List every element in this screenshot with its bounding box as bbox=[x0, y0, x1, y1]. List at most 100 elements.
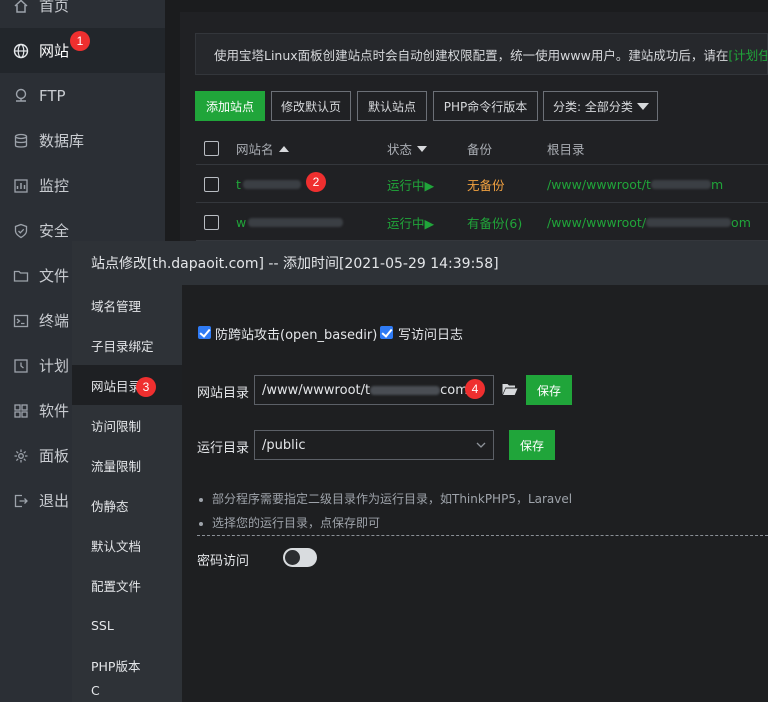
root-dir-link[interactable]: /www/wwwroot/ om bbox=[547, 204, 751, 240]
sidebar-item-label: 安全 bbox=[39, 222, 70, 240]
annotation-badge: 1 bbox=[70, 31, 90, 51]
sidebar-item-label: 面板 bbox=[39, 447, 70, 465]
menu-item-ssl[interactable]: SSL bbox=[72, 605, 182, 645]
save-site-dir-button[interactable]: 保存 bbox=[526, 375, 572, 405]
menu-item-cut-off[interactable]: C bbox=[72, 683, 182, 702]
apps-icon bbox=[12, 402, 30, 420]
anti-xss-checkbox[interactable] bbox=[198, 326, 211, 339]
sidebar-item-label: 计划 bbox=[39, 357, 70, 375]
menu-item-traffic-limit[interactable]: 流量限制 bbox=[72, 445, 182, 485]
run-dir-label: 运行目录 bbox=[197, 441, 250, 456]
divider bbox=[197, 535, 768, 536]
modal-title: 站点修改[th.dapaoit.com] -- 添加时间[2021-05-29 … bbox=[72, 241, 768, 285]
sidebar-item-home[interactable]: 首页 bbox=[0, 0, 165, 28]
access-log-checkbox[interactable] bbox=[380, 326, 393, 339]
redacted-text bbox=[248, 217, 344, 227]
root-dir-suffix: m bbox=[710, 176, 724, 192]
column-root-header: 根目录 bbox=[547, 142, 585, 157]
sidebar-item-database[interactable]: 数据库 bbox=[0, 118, 165, 163]
table-header: 网站名 状态 备份 根目录 bbox=[196, 133, 768, 165]
clock-icon bbox=[12, 357, 30, 375]
sidebar-item-label: 监控 bbox=[39, 177, 70, 195]
redacted-text bbox=[242, 179, 301, 189]
toggle-knob bbox=[285, 550, 300, 565]
sidebar-item-label: 网站 bbox=[39, 42, 70, 60]
category-select-value: 分类: 全部分类 bbox=[553, 99, 633, 114]
site-dir-label: 网站目录 bbox=[197, 386, 250, 401]
select-all-checkbox[interactable] bbox=[204, 141, 219, 156]
root-dir-link[interactable]: /www/wwwroot/t m bbox=[547, 166, 723, 202]
sidebar-item-label: 软件 bbox=[39, 402, 70, 420]
menu-item-subdir-binding[interactable]: 子目录绑定 bbox=[72, 325, 182, 365]
menu-item-config-file[interactable]: 配置文件 bbox=[72, 565, 182, 605]
gear-icon bbox=[12, 447, 30, 465]
root-dir-suffix: om bbox=[731, 214, 751, 230]
tip-item: 选择您的运行目录，点保存即可 bbox=[199, 514, 380, 531]
site-name: w bbox=[236, 214, 247, 230]
sidebar-item-label: 退出 bbox=[39, 492, 70, 510]
backup-link[interactable]: 无备份 bbox=[467, 166, 505, 202]
annotation-badge: 2 bbox=[306, 172, 326, 192]
edit-default-page-button[interactable]: 修改默认页 bbox=[271, 91, 351, 121]
site-dir-input[interactable]: /www/wwwroot/t com bbox=[254, 375, 494, 405]
menu-item-php-version[interactable]: PHP版本 bbox=[72, 645, 182, 685]
monitor-icon bbox=[12, 177, 30, 195]
sidebar-item-ftp[interactable]: FTP bbox=[0, 73, 165, 118]
menu-item-rewrite[interactable]: 伪静态 bbox=[72, 485, 182, 525]
column-label: 状态 bbox=[387, 142, 413, 157]
php-cli-version-button[interactable]: PHP命令行版本 bbox=[433, 91, 538, 121]
site-name: t bbox=[236, 176, 241, 192]
terminal-icon bbox=[12, 312, 30, 330]
tip-text: 选择您的运行目录，点保存即可 bbox=[212, 516, 381, 530]
sidebar-item-label: 首页 bbox=[39, 0, 70, 15]
notice-bar: 使用宝塔Linux面板创建站点时会自动创建权限配置，统一使用www用户。建站成功… bbox=[195, 33, 768, 75]
menu-item-access-limit[interactable]: 访问限制 bbox=[72, 405, 182, 445]
redacted-text bbox=[650, 179, 711, 189]
row-checkbox[interactable] bbox=[204, 176, 219, 192]
row-checkbox[interactable] bbox=[204, 214, 219, 230]
site-name-link[interactable]: t bbox=[236, 166, 301, 202]
folder-icon bbox=[12, 267, 30, 285]
sidebar-item-label: 终端 bbox=[39, 312, 70, 330]
sort-desc-icon bbox=[417, 145, 428, 152]
sidebar-item-label: 数据库 bbox=[39, 132, 85, 150]
sort-asc-icon bbox=[278, 145, 289, 152]
notice-link[interactable]: [计划任务 bbox=[728, 45, 767, 64]
folder-open-icon[interactable] bbox=[502, 382, 518, 400]
database-icon bbox=[12, 132, 30, 150]
shield-icon bbox=[12, 222, 30, 240]
menu-item-domain[interactable]: 域名管理 bbox=[72, 285, 182, 325]
menu-item-default-doc[interactable]: 默认文档 bbox=[72, 525, 182, 565]
chevron-down-icon bbox=[476, 439, 486, 454]
column-label: 网站名 bbox=[236, 142, 274, 157]
site-dir-suffix: com bbox=[440, 382, 468, 398]
password-access-label: 密码访问 bbox=[197, 554, 250, 569]
category-select[interactable]: 分类: 全部分类 bbox=[543, 91, 658, 121]
chevron-down-icon bbox=[637, 103, 649, 110]
root-dir-prefix: /www/wwwroot/ bbox=[547, 214, 647, 230]
site-name-link[interactable]: w bbox=[236, 204, 344, 240]
root-dir-prefix: /www/wwwroot/t bbox=[547, 176, 651, 192]
annotation-badge: 3 bbox=[136, 377, 156, 397]
redacted-text bbox=[370, 385, 441, 395]
logout-icon bbox=[12, 492, 30, 510]
sidebar-item-label: FTP bbox=[39, 86, 66, 105]
password-access-toggle[interactable] bbox=[283, 548, 317, 567]
globe-icon bbox=[12, 42, 30, 60]
sidebar-item-monitor[interactable]: 监控 bbox=[0, 163, 165, 208]
add-site-button[interactable]: 添加站点 bbox=[195, 91, 265, 121]
annotation-badge: 4 bbox=[465, 379, 485, 399]
ftp-icon bbox=[12, 87, 30, 105]
site-dir-value: /www/wwwroot/t bbox=[262, 382, 371, 398]
default-site-button[interactable]: 默认站点 bbox=[357, 91, 427, 121]
menu-item-site-dir[interactable]: 网站目录 bbox=[72, 365, 182, 405]
column-backup-header: 备份 bbox=[467, 142, 493, 157]
save-run-dir-button[interactable]: 保存 bbox=[509, 430, 555, 460]
run-dir-select[interactable]: /public bbox=[254, 430, 494, 460]
tip-text: 部分程序需要指定二级目录作为运行目录，如ThinkPHP5，Laravel bbox=[212, 492, 573, 506]
status-toggle[interactable]: 运行中▶ bbox=[387, 204, 434, 240]
column-name-header[interactable]: 网站名 bbox=[236, 133, 289, 164]
status-toggle[interactable]: 运行中▶ bbox=[387, 166, 434, 202]
backup-link[interactable]: 有备份(6) bbox=[467, 204, 522, 240]
column-status-header[interactable]: 状态 bbox=[387, 133, 428, 164]
